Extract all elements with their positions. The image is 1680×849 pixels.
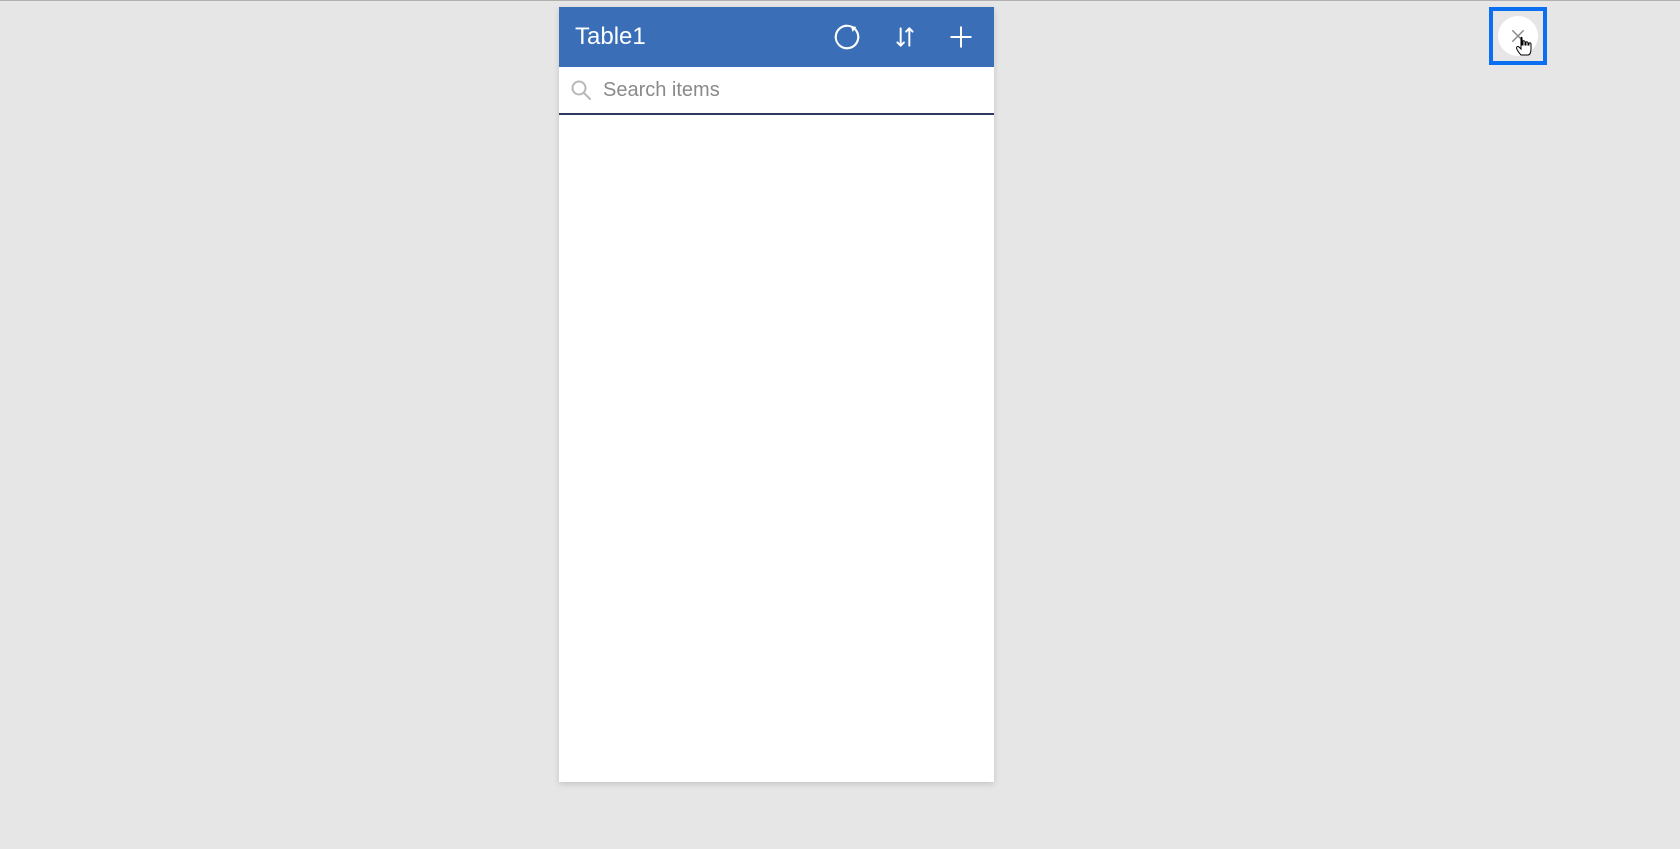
sort-icon [892,22,918,52]
panel-body [559,115,994,782]
search-icon [569,78,593,102]
refresh-button[interactable] [832,22,862,52]
panel-title: Table1 [575,23,832,51]
close-button-highlight [1489,7,1547,65]
plus-icon [948,24,974,50]
close-button[interactable] [1498,16,1538,56]
close-icon [1509,27,1527,45]
refresh-icon [832,22,862,52]
panel-header: Table1 [559,7,994,67]
search-input[interactable] [603,79,984,102]
search-bar [559,67,994,115]
app-panel: Table1 [559,7,994,782]
add-button[interactable] [948,24,974,50]
header-actions [832,22,980,52]
sort-button[interactable] [892,22,918,52]
